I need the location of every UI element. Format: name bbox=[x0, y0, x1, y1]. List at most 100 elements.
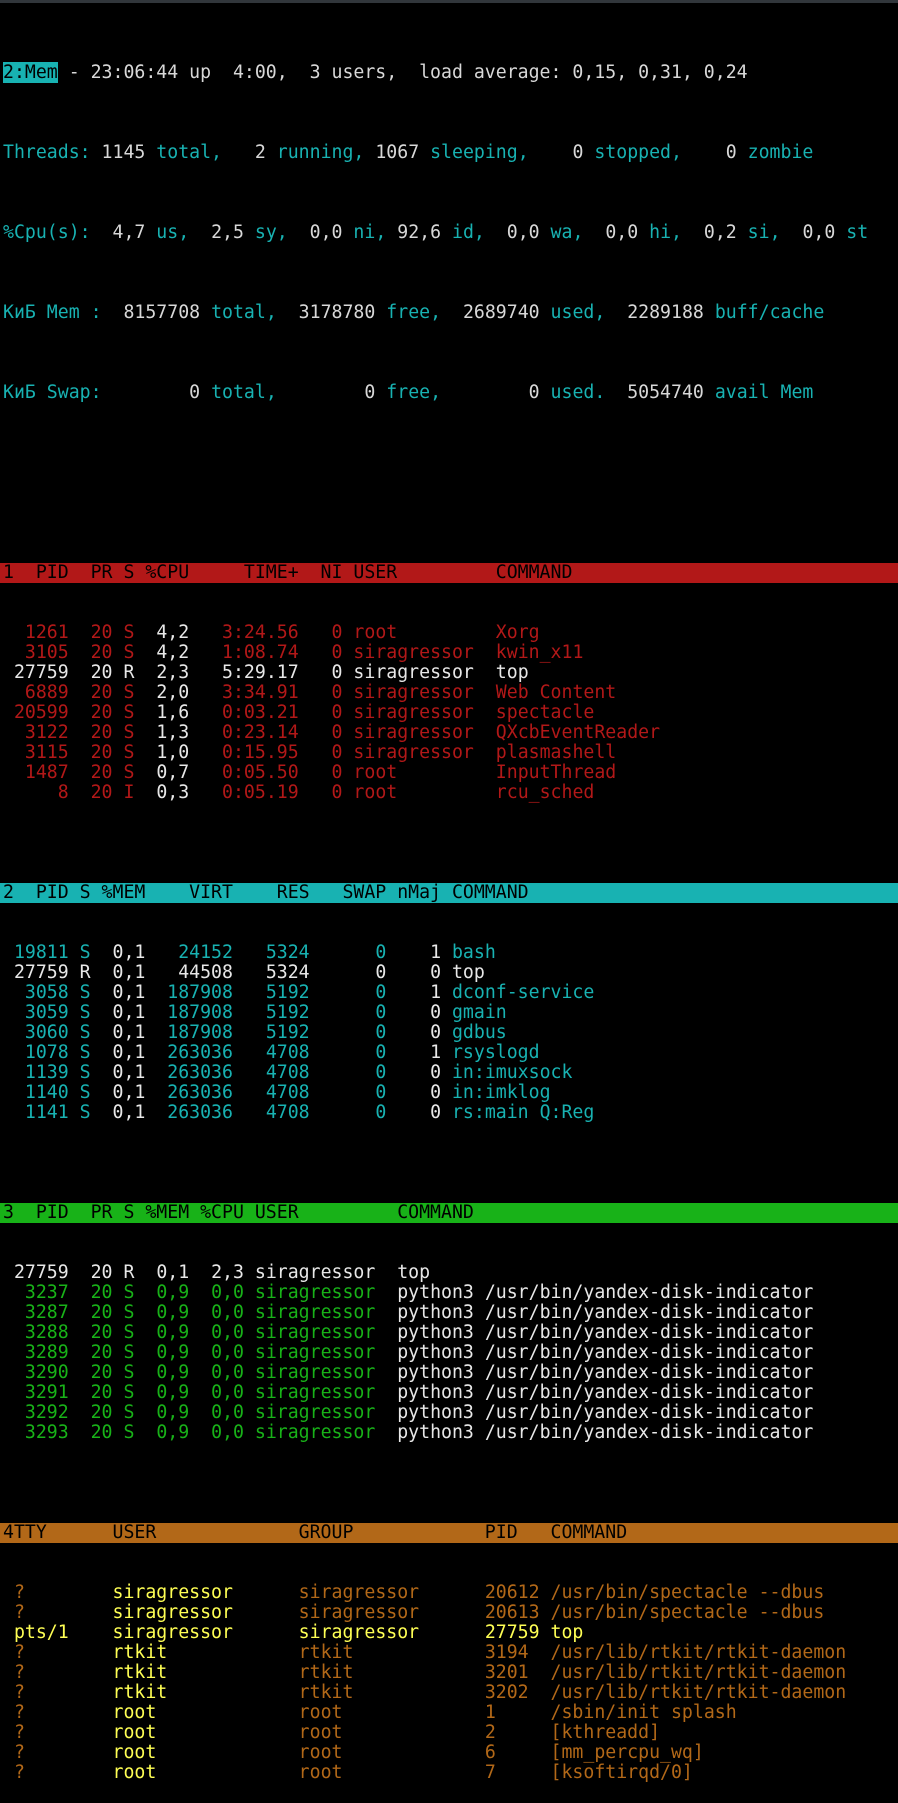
user-cell: siragressor bbox=[243, 1262, 387, 1283]
group-cell: rtkit bbox=[287, 1662, 474, 1683]
process-row[interactable]: ? root root 6 [mm_percpu_wq] bbox=[3, 1743, 898, 1763]
pid-cell: 27759 bbox=[3, 662, 69, 683]
pid-cell: 3194 bbox=[473, 1642, 540, 1663]
process-row[interactable]: ? root root 2 [kthreadd] bbox=[3, 1723, 898, 1743]
process-row[interactable]: 3115 20 S 1,0 0:15.95 0 siragressor plas… bbox=[3, 743, 898, 763]
process-row[interactable]: 1078 S 0,1 263036 4708 0 1 rsyslogd bbox=[3, 1043, 898, 1063]
process-row[interactable]: ? root root 1 /sbin/init splash bbox=[3, 1703, 898, 1723]
nmaj-cell: 1 bbox=[386, 942, 442, 963]
cpu-cell: 0,0 bbox=[189, 1362, 244, 1383]
summary-cpu-line: %Cpu(s): 4,7 us, 2,5 sy, 0,0 ni, 92,6 id… bbox=[3, 223, 898, 243]
process-row[interactable]: 3059 S 0,1 187908 5192 0 0 gmain bbox=[3, 1003, 898, 1023]
process-row[interactable]: 20599 20 S 1,6 0:03.21 0 siragressor spe… bbox=[3, 703, 898, 723]
user-cell: root bbox=[101, 1742, 288, 1763]
virt-cell: 44508 bbox=[145, 962, 233, 983]
pid-cell: 20613 bbox=[473, 1602, 540, 1623]
command-cell: gmain bbox=[441, 1002, 507, 1023]
process-row[interactable]: 1139 S 0,1 263036 4708 0 0 in:imuxsock bbox=[3, 1063, 898, 1083]
process-row[interactable]: 19811 S 0,1 24152 5324 0 1 bash bbox=[3, 943, 898, 963]
process-row[interactable]: ? rtkit rtkit 3194 /usr/lib/rtkit/rtkit-… bbox=[3, 1643, 898, 1663]
process-row[interactable]: pts/1 siragressor siragressor 27759 top bbox=[3, 1623, 898, 1643]
user-cell: siragressor bbox=[243, 1402, 387, 1423]
swap-cell: 0 bbox=[309, 962, 387, 983]
time-cell: 0:03.21 bbox=[189, 702, 299, 723]
state-cell: S bbox=[112, 622, 135, 643]
mem-used: 2689740 bbox=[441, 302, 540, 323]
res-cell: 4708 bbox=[232, 1042, 310, 1063]
process-row[interactable]: 3058 S 0,1 187908 5192 0 1 dconf-service bbox=[3, 983, 898, 1003]
process-row[interactable]: 3292 20 S 0,9 0,0 siragressor python3 /u… bbox=[3, 1403, 898, 1423]
state-cell: S bbox=[112, 1302, 135, 1323]
user-cell: siragressor bbox=[342, 642, 485, 663]
pid-cell: 3201 bbox=[473, 1662, 540, 1683]
process-row[interactable]: 3105 20 S 4,2 1:08.74 0 siragressor kwin… bbox=[3, 643, 898, 663]
process-row[interactable]: 27759 R 0,1 44508 5324 0 0 top bbox=[3, 963, 898, 983]
priority-cell: 20 bbox=[68, 782, 113, 803]
cpu-si-label: si, bbox=[736, 222, 781, 243]
process-row[interactable]: ? rtkit rtkit 3202 /usr/lib/rtkit/rtkit-… bbox=[3, 1683, 898, 1703]
state-cell: S bbox=[112, 1362, 135, 1383]
process-row[interactable]: ? siragressor siragressor 20613 /usr/bin… bbox=[3, 1603, 898, 1623]
window-3-header[interactable]: 3 PID PR S %MEM %CPU USER COMMAND bbox=[0, 1203, 898, 1223]
process-row[interactable]: 3293 20 S 0,9 0,0 siragressor python3 /u… bbox=[3, 1423, 898, 1443]
swap-avail-mem-label: avail Mem bbox=[703, 382, 814, 403]
priority-cell: 20 bbox=[68, 702, 113, 723]
cpu-cell: 4,2 bbox=[134, 642, 190, 663]
res-cell: 5192 bbox=[232, 1002, 310, 1023]
res-cell: 4708 bbox=[232, 1102, 310, 1123]
mem-cell: 0,1 bbox=[134, 1262, 190, 1283]
cpu-label: %Cpu(s): bbox=[3, 222, 91, 243]
mem-cell: 0,9 bbox=[134, 1402, 190, 1423]
process-row[interactable]: 1140 S 0,1 263036 4708 0 0 in:imklog bbox=[3, 1083, 898, 1103]
window-1-header[interactable]: 1 PID PR S %CPU TIME+ NI USER COMMAND bbox=[0, 563, 898, 583]
threads-sleeping-label: sleeping, bbox=[419, 142, 529, 163]
virt-cell: 263036 bbox=[145, 1062, 233, 1083]
virt-cell: 187908 bbox=[145, 982, 233, 1003]
command-cell: [ksoftirqd/0] bbox=[539, 1762, 693, 1783]
process-row[interactable]: 6889 20 S 2,0 3:34.91 0 siragressor Web … bbox=[3, 683, 898, 703]
user-cell: root bbox=[101, 1722, 288, 1743]
process-row[interactable]: 3289 20 S 0,9 0,0 siragressor python3 /u… bbox=[3, 1343, 898, 1363]
pid-cell: 3237 bbox=[3, 1282, 69, 1303]
pid-cell: 27759 bbox=[3, 1262, 69, 1283]
process-row[interactable]: 1141 S 0,1 263036 4708 0 0 rs:main Q:Reg bbox=[3, 1103, 898, 1123]
user-cell: root bbox=[101, 1762, 288, 1783]
process-row[interactable]: 8 20 I 0,3 0:05.19 0 root rcu_sched bbox=[3, 783, 898, 803]
process-row[interactable]: 3122 20 S 1,3 0:23.14 0 siragressor QXcb… bbox=[3, 723, 898, 743]
state-cell: S bbox=[112, 1322, 135, 1343]
time-cell: 0:05.19 bbox=[189, 782, 299, 803]
virt-cell: 263036 bbox=[145, 1102, 233, 1123]
swap-used-label: used. bbox=[539, 382, 606, 403]
process-row[interactable]: 27759 20 R 0,1 2,3 siragressor top bbox=[3, 1263, 898, 1283]
process-row[interactable]: 1261 20 S 4,2 3:24.56 0 root Xorg bbox=[3, 623, 898, 643]
process-row[interactable]: 3060 S 0,1 187908 5192 0 0 gdbus bbox=[3, 1023, 898, 1043]
process-row[interactable]: ? rtkit rtkit 3201 /usr/lib/rtkit/rtkit-… bbox=[3, 1663, 898, 1683]
nice-cell: 0 bbox=[298, 722, 343, 743]
window-2-header[interactable]: 2 PID S %MEM VIRT RES SWAP nMaj COMMAND bbox=[0, 883, 898, 903]
process-row[interactable]: 3237 20 S 0,9 0,0 siragressor python3 /u… bbox=[3, 1283, 898, 1303]
process-row[interactable]: 3290 20 S 0,9 0,0 siragressor python3 /u… bbox=[3, 1363, 898, 1383]
priority-cell: 20 bbox=[68, 1262, 113, 1283]
cpu-ni-label: ni, bbox=[342, 222, 387, 243]
process-row[interactable]: 27759 20 R 2,3 5:29.17 0 siragressor top bbox=[3, 663, 898, 683]
process-row[interactable]: ? root root 7 [ksoftirqd/0] bbox=[3, 1763, 898, 1783]
process-row[interactable]: 1487 20 S 0,7 0:05.50 0 root InputThread bbox=[3, 763, 898, 783]
process-row[interactable]: ? siragressor siragressor 20612 /usr/bin… bbox=[3, 1583, 898, 1603]
threads-total: 1145 bbox=[90, 142, 146, 163]
top-terminal[interactable]: 2:Mem - 23:06:44 up 4:00, 3 users, load … bbox=[0, 3, 898, 1803]
state-cell: S bbox=[112, 1422, 135, 1443]
process-row[interactable]: 3287 20 S 0,9 0,0 siragressor python3 /u… bbox=[3, 1303, 898, 1323]
window-1-rows: 1261 20 S 4,2 3:24.56 0 root Xorg 3105 2… bbox=[3, 623, 898, 803]
state-cell: R bbox=[68, 962, 91, 983]
threads-running-label: running, bbox=[265, 142, 365, 163]
process-row[interactable]: 3291 20 S 0,9 0,0 siragressor python3 /u… bbox=[3, 1383, 898, 1403]
state-cell: S bbox=[68, 1022, 91, 1043]
state-cell: S bbox=[68, 1062, 91, 1083]
priority-cell: 20 bbox=[68, 622, 113, 643]
summary-mem-line: КиБ Mem : 8157708 total, 3178780 free, 2… bbox=[3, 303, 898, 323]
window-4-header[interactable]: 4TTY USER GROUP PID COMMAND bbox=[0, 1523, 898, 1543]
cpu-hi-label: hi, bbox=[638, 222, 682, 243]
process-row[interactable]: 3288 20 S 0,9 0,0 siragressor python3 /u… bbox=[3, 1323, 898, 1343]
cpu-cell: 1,6 bbox=[134, 702, 190, 723]
user-cell: siragressor bbox=[342, 702, 485, 723]
